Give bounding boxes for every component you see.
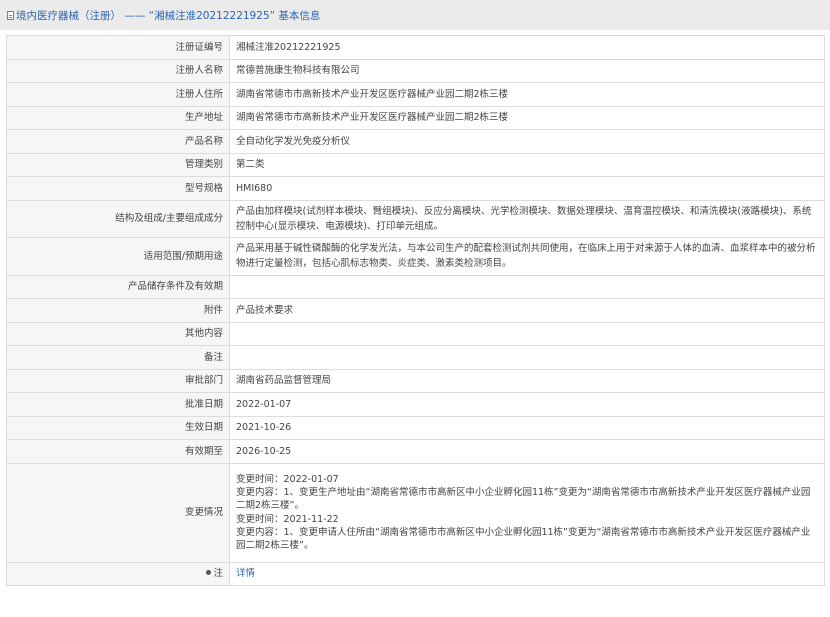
row-label-product-name: 产品名称	[6, 129, 230, 154]
page: 境内医疗器械（注册） —— “湘械注准20212221925” 基本信息 注册证…	[0, 0, 830, 617]
table-row: 型号规格 HMI680	[6, 176, 825, 201]
title-bar: 境内医疗器械（注册） —— “湘械注准20212221925” 基本信息	[0, 0, 830, 30]
note-label-text: 注	[213, 568, 223, 580]
row-value-model: HMI680	[229, 176, 825, 201]
row-value-other	[229, 321, 825, 346]
row-label-approval-dept: 审批部门	[6, 368, 230, 393]
change-line: 变更时间：2021-11-22	[236, 513, 339, 525]
table-row: 其他内容	[6, 321, 825, 346]
table-row: 变更情况 变更时间：2022-01-07 变更内容：1、变更生产地址由“湖南省常…	[6, 462, 825, 563]
row-label-registrant: 注册人名称	[6, 58, 230, 83]
row-label-attachment: 附件	[6, 298, 230, 323]
table-row: 注册证编号 湘械注准20212221925	[6, 35, 825, 60]
document-icon	[7, 10, 14, 20]
row-value-attachment: 产品技术要求	[229, 298, 825, 323]
row-value-registrant-addr: 湖南省常德市市高新技术产业开发区医疗器械产业园二期2栋三楼	[229, 82, 825, 107]
table-row: 产品储存条件及有效期	[6, 274, 825, 299]
row-value-structure: 产品由加样模块(试剂样本模块、臂组模块)、反应分离模块、光学检测模块、数据处理模…	[229, 199, 825, 238]
table-row: 备注	[6, 345, 825, 370]
table-row: 审批部门 湖南省药品监督管理局	[6, 368, 825, 393]
table-row: 注册人住所 湖南省常德市市高新技术产业开发区医疗器械产业园二期2栋三楼	[6, 82, 825, 107]
row-label-storage: 产品储存条件及有效期	[6, 274, 230, 299]
row-value-reg-no: 湘械注准20212221925	[229, 35, 825, 60]
row-label-other: 其他内容	[6, 321, 230, 346]
table-row: 管理类别 第二类	[6, 152, 825, 177]
row-label-remark: 备注	[6, 345, 230, 370]
table-row: 生产地址 湖南省常德市市高新技术产业开发区医疗器械产业园二期2栋三楼	[6, 105, 825, 130]
table-row: 注 详情	[6, 561, 825, 586]
details-link[interactable]: 详情	[236, 568, 255, 579]
change-line: 变更时间：2022-01-07	[236, 473, 339, 485]
row-label-approval-date: 批准日期	[6, 392, 230, 417]
table-row: 注册人名称 常德普施康生物科技有限公司	[6, 58, 825, 83]
row-value-note: 详情	[229, 561, 825, 586]
row-value-remark	[229, 345, 825, 370]
table-row: 批准日期 2022-01-07	[6, 392, 825, 417]
table-row: 生效日期 2021-10-26	[6, 415, 825, 440]
row-label-category: 管理类别	[6, 152, 230, 177]
row-label-registrant-addr: 注册人住所	[6, 82, 230, 107]
row-label-structure: 结构及组成/主要组成成分	[6, 199, 230, 238]
row-value-production-addr: 湖南省常德市市高新技术产业开发区医疗器械产业园二期2栋三楼	[229, 105, 825, 130]
row-value-product-name: 全自动化学发光免疫分析仪	[229, 129, 825, 154]
row-value-approval-dept: 湖南省药品监督管理局	[229, 368, 825, 393]
row-label-changes: 变更情况	[6, 462, 230, 563]
table-row: 产品名称 全自动化学发光免疫分析仪	[6, 129, 825, 154]
change-line: 变更内容：1、变更生产地址由“湖南省常德市市高新区中小企业孵化园11栋”变更为“…	[236, 486, 811, 512]
row-value-approval-date: 2022-01-07	[229, 392, 825, 417]
row-value-changes: 变更时间：2022-01-07 变更内容：1、变更生产地址由“湖南省常德市市高新…	[229, 462, 825, 563]
row-label-effective-date: 生效日期	[6, 415, 230, 440]
info-table: 注册证编号 湘械注准20212221925 注册人名称 常德普施康生物科技有限公…	[6, 35, 825, 586]
row-value-storage	[229, 274, 825, 299]
row-value-category: 第二类	[229, 152, 825, 177]
pin-icon	[206, 570, 212, 576]
row-label-production-addr: 生产地址	[6, 105, 230, 130]
row-label-expiry-date: 有效期至	[6, 439, 230, 464]
change-line: 变更内容：1、变更申请人住所由“湖南省常德市市高新区中小企业孵化园11栋”变更为…	[236, 526, 811, 552]
page-title: 境内医疗器械（注册） —— “湘械注准20212221925” 基本信息	[16, 9, 321, 22]
row-label-reg-no: 注册证编号	[6, 35, 230, 60]
row-label-scope: 适用范围/预期用途	[6, 236, 230, 276]
table-row: 结构及组成/主要组成成分 产品由加样模块(试剂样本模块、臂组模块)、反应分离模块…	[6, 199, 825, 238]
row-label-model: 型号规格	[6, 176, 230, 201]
row-value-effective-date: 2021-10-26	[229, 415, 825, 440]
row-value-expiry-date: 2026-10-25	[229, 439, 825, 464]
row-value-scope: 产品采用基于碱性磷酸酶的化学发光法，与本公司生产的配套检测试剂共同使用，在临床上…	[229, 236, 825, 276]
table-row: 适用范围/预期用途 产品采用基于碱性磷酸酶的化学发光法，与本公司生产的配套检测试…	[6, 236, 825, 276]
table-row: 附件 产品技术要求	[6, 298, 825, 323]
row-value-registrant: 常德普施康生物科技有限公司	[229, 58, 825, 83]
row-label-note: 注	[6, 561, 230, 586]
table-row: 有效期至 2026-10-25	[6, 439, 825, 464]
